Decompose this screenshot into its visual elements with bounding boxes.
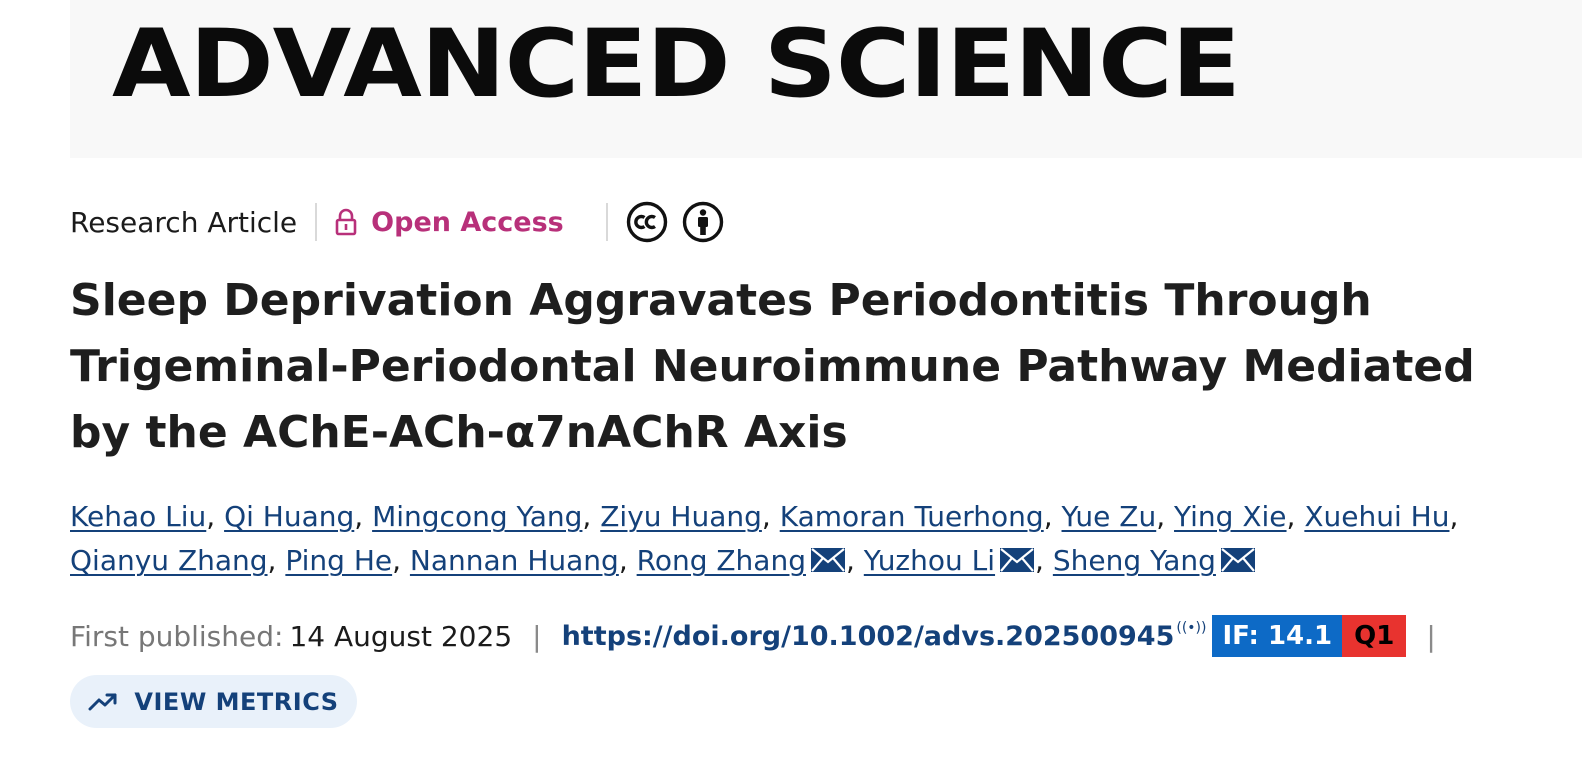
author-link[interactable]: Yuzhou Li: [864, 544, 995, 577]
author-separator: ,: [1156, 500, 1175, 533]
article-type: Research Article: [70, 205, 298, 239]
impact-factor-badge: IF: 14.1: [1212, 615, 1343, 657]
author-separator: ,: [392, 544, 410, 577]
author-separator: ,: [1449, 500, 1459, 533]
mail-icon[interactable]: [1220, 547, 1256, 573]
separator: |: [532, 619, 542, 653]
first-published-label: First published:: [70, 619, 284, 653]
author-link[interactable]: Qianyu Zhang: [70, 544, 268, 577]
author-link[interactable]: Sheng Yang: [1053, 544, 1216, 577]
cc-icon[interactable]: [626, 201, 668, 243]
author-separator: ,: [761, 500, 780, 533]
license-icons[interactable]: [626, 201, 724, 243]
author-separator: ,: [1035, 544, 1053, 577]
author-link[interactable]: Ying Xie: [1174, 500, 1287, 533]
author-separator: ,: [1043, 500, 1062, 533]
publication-date: 14 August 2025: [289, 619, 513, 653]
mail-icon[interactable]: [999, 547, 1035, 573]
author-link[interactable]: Ping He: [285, 544, 392, 577]
author-link[interactable]: Qi Huang: [224, 500, 354, 533]
author-list: Kehao Liu, Qi Huang, Mingcong Yang, Ziyu…: [70, 495, 1550, 583]
lock-icon: [335, 208, 357, 236]
journal-logo[interactable]: ADVANCED SCIENCE: [112, 18, 1241, 112]
author-link[interactable]: Xuehui Hu: [1304, 500, 1449, 533]
divider: [315, 203, 318, 241]
author-link[interactable]: Ziyu Huang: [600, 500, 762, 533]
author-separator: ,: [206, 500, 225, 533]
author-separator: ,: [582, 500, 601, 533]
cc-by-icon[interactable]: [682, 201, 724, 243]
publication-row: First published: 14 August 2025 | https:…: [70, 614, 1456, 658]
doi-link[interactable]: https://doi.org/10.1002/advs.202500945: [562, 621, 1175, 652]
article-title: Sleep Deprivation Aggravates Periodontit…: [70, 275, 1475, 458]
author-link[interactable]: Yue Zu: [1062, 500, 1157, 533]
view-metrics-button[interactable]: VIEW METRICS: [70, 675, 357, 728]
trending-up-icon: [88, 693, 117, 710]
signal-icon[interactable]: ((•)): [1176, 620, 1206, 636]
author-link[interactable]: Kehao Liu: [70, 500, 206, 533]
author-link[interactable]: Rong Zhang: [637, 544, 806, 577]
divider: [605, 203, 608, 241]
separator: |: [1426, 619, 1436, 653]
author-separator: ,: [1286, 500, 1305, 533]
view-metrics-label: VIEW METRICS: [134, 687, 339, 716]
quartile-badge: Q1: [1342, 615, 1407, 657]
author-link[interactable]: Nannan Huang: [410, 544, 619, 577]
author-separator: ,: [618, 544, 637, 577]
article-meta-row: Research Article Open Access: [70, 200, 724, 244]
author-link[interactable]: Kamoran Tuerhong: [780, 500, 1044, 533]
open-access-label: Open Access: [371, 206, 564, 238]
author-link[interactable]: Mingcong Yang: [372, 500, 582, 533]
author-separator: ,: [354, 500, 373, 533]
journal-banner: ADVANCED SCIENCE: [70, 0, 1582, 158]
author-separator: ,: [267, 544, 286, 577]
mail-icon[interactable]: [810, 547, 846, 573]
open-access-badge: Open Access: [335, 207, 564, 238]
author-separator: ,: [845, 544, 864, 577]
